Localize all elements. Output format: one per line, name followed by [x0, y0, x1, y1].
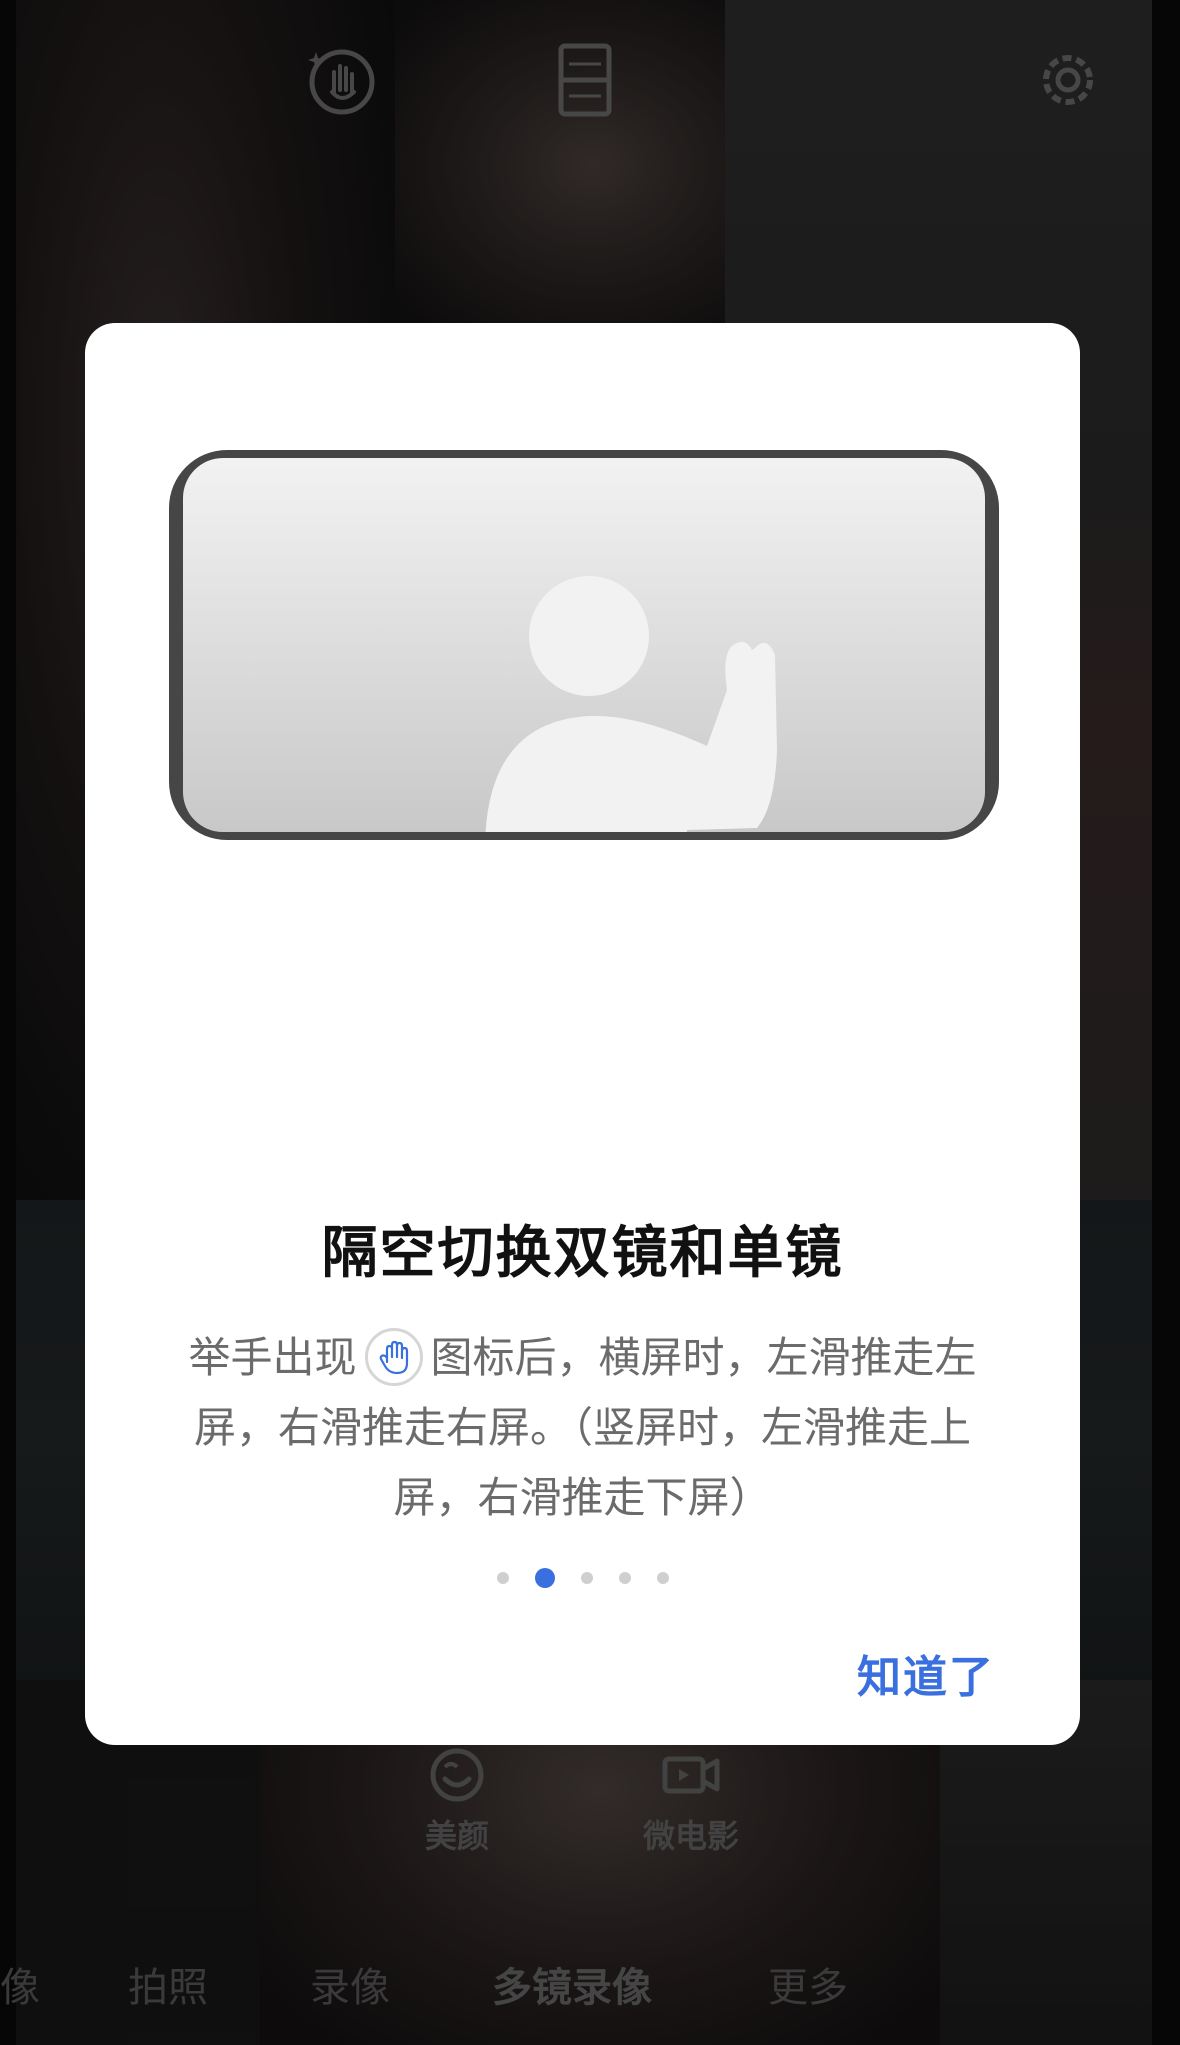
got-it-button[interactable]: 知道了 — [857, 1641, 995, 1705]
page-dot-2-active[interactable] — [534, 1568, 555, 1588]
raised-hand-icon — [364, 1327, 423, 1386]
dialog-description: 举手出现 图标后，横屏时，左滑推走左屏，右滑推走右屏。（竖屏时，左滑推走上屏，右… — [155, 1323, 1010, 1533]
page-dot-3[interactable] — [580, 1572, 593, 1584]
description-text-start: 举手出现 — [188, 1333, 357, 1382]
page-dot-5[interactable] — [656, 1572, 669, 1584]
page-indicator — [85, 1563, 1080, 1593]
dialog-title: 隔空切换双镜和单镜 — [321, 1221, 844, 1286]
gesture-tip-dialog: 隔空切换双镜和单镜 举手出现 图标后，横屏时，左滑推走左屏，右滑推走右屏。（竖屏… — [85, 323, 1080, 1745]
page-dot-1[interactable] — [496, 1572, 509, 1584]
gesture-illustration — [167, 450, 1001, 840]
page-dot-4[interactable] — [618, 1572, 631, 1584]
camera-screen: 美颜 微电影 像 拍照 录像 多镜录像 更多 隔空切换双镜和单镜 举手出现 图标… — [0, 0, 1180, 2045]
